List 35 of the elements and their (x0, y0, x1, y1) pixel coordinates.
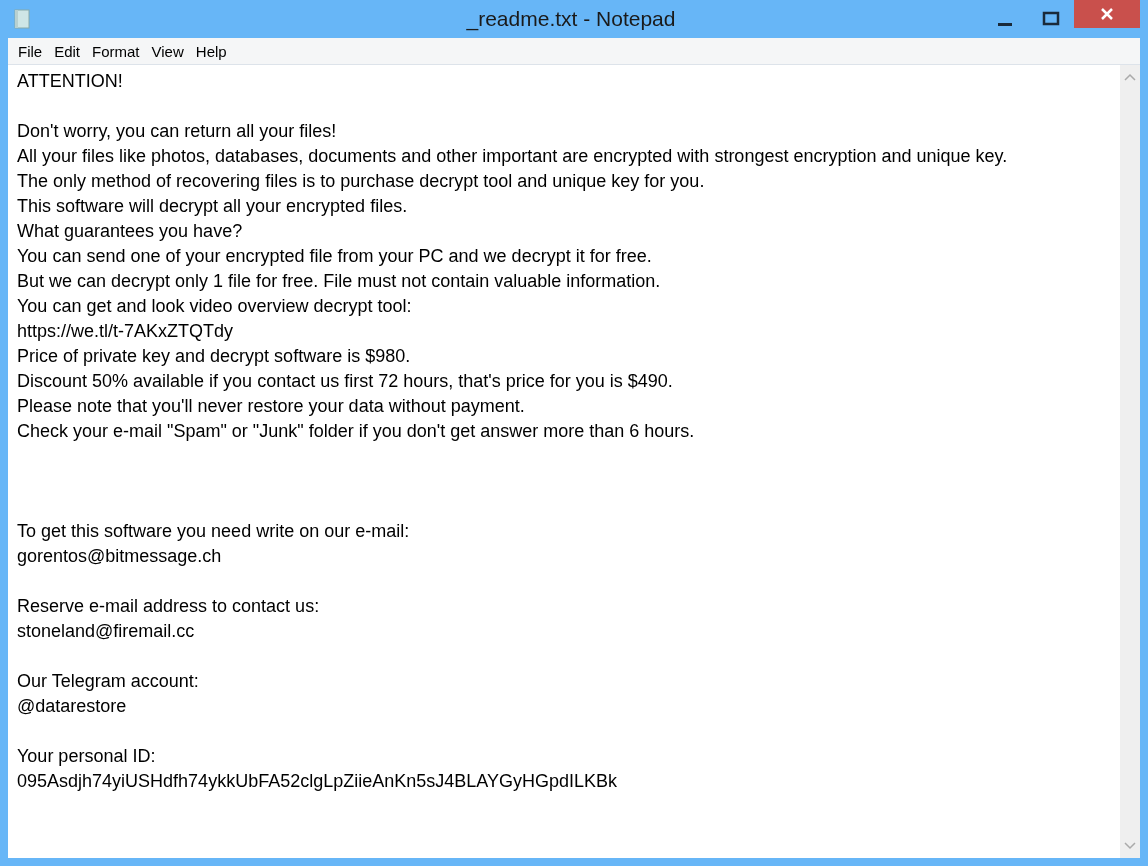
text-line: ATTENTION! (17, 70, 124, 93)
text-line: To get this software you need write on our e-mail: (17, 520, 411, 543)
text-line: You can get and look video overview decrypt tool: (17, 295, 413, 318)
text-line: Check your e-mail "Spam" or "Junk" folder if you don't get answer more than 6 hours. (17, 420, 696, 443)
text-line: @datarestore (17, 695, 128, 718)
text-line: Our Telegram account: (17, 670, 200, 693)
text-line: Please note that you'll never restore your data without payment. (17, 395, 526, 418)
menu-item[interactable]: File (12, 39, 49, 63)
text-line: Discount 50% available if you contact us first 72 hours, that's price for you is $490. (17, 370, 674, 393)
close-button[interactable] (1074, 0, 1140, 28)
text-line: You can send one of your encrypted file from your PC and we decrypt it for free. (17, 245, 653, 268)
text-line: gorentos@bitmessage.ch (17, 545, 223, 568)
text-line: Don't worry, you can return all your files! (17, 120, 338, 143)
notepad-icon (14, 9, 30, 29)
close-icon (1100, 7, 1114, 21)
text-line: https://we.tl/t-7AKxZTQTdy (17, 320, 235, 343)
menu-item[interactable]: Edit (48, 39, 87, 63)
text-line: Your personal ID: (17, 745, 157, 768)
text-line: Price of private key and decrypt software is $980. (17, 345, 412, 368)
text-line: The only method of recovering files is to purchase decrypt tool and unique key for you. (17, 170, 706, 193)
text-line: But we can decrypt only 1 file for free. File must not contain valuable information. (17, 270, 662, 293)
chevron-up-icon (1124, 73, 1136, 81)
text-line: What guarantees you have? (17, 220, 244, 243)
text-line: 095Asdjh74yiUSHdfh74ykkUbFA52clgLpZiieAnKn5sJ4BLAYGyHGpdILKBk (17, 770, 618, 793)
maximize-icon (1042, 11, 1060, 27)
menu-item[interactable]: Format (86, 39, 146, 63)
minimize-icon (998, 22, 1012, 26)
chevron-down-icon (1124, 842, 1136, 850)
text-line: All your files like photos, databases, documents and other important are encrypted with strongest encryption and unique key. (17, 145, 1009, 168)
window-title: _readme.txt - Notepad (465, 7, 677, 31)
text-line: stoneland@firemail.cc (17, 620, 196, 643)
text-line: This software will decrypt all your encrypted files. (17, 195, 409, 218)
menu-item[interactable]: View (145, 39, 190, 63)
text-line: Reserve e-mail address to contact us: (17, 595, 321, 618)
menu-item[interactable]: Help (189, 39, 233, 63)
